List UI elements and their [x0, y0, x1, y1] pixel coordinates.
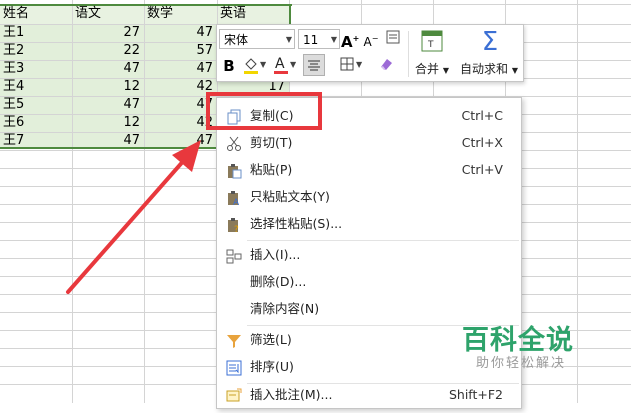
- increase-glyph: A: [341, 33, 353, 51]
- header-cell-name[interactable]: 姓名: [0, 5, 71, 23]
- score-cell[interactable]: 27: [72, 24, 144, 42]
- menu-item-label: 插入批注(M)...: [250, 387, 333, 402]
- merge-label: 合并: [415, 62, 440, 76]
- paste-text-icon: A: [226, 189, 242, 208]
- filter-icon: [226, 332, 242, 348]
- svg-text:A: A: [275, 56, 285, 72]
- merge-icon[interactable]: T: [418, 29, 446, 55]
- merge-button[interactable]: 合并 ▼: [415, 60, 449, 77]
- chevron-down-icon: ▼: [442, 66, 449, 75]
- score-cell[interactable]: 57: [144, 42, 217, 60]
- score-cell[interactable]: 12: [72, 78, 144, 96]
- menu-item-cut[interactable]: 剪切(T) Ctrl+X: [217, 130, 521, 156]
- menu-item-paste[interactable]: 粘贴(P) Ctrl+V: [217, 157, 521, 183]
- bold-icon[interactable]: B: [220, 55, 238, 77]
- score-cell[interactable]: 47: [72, 132, 144, 150]
- name-cell[interactable]: 王1: [0, 24, 71, 42]
- score-cell[interactable]: 22: [72, 42, 144, 60]
- chevron-down-icon: ▼: [330, 35, 337, 44]
- menu-item-insert[interactable]: 插入(I)...: [217, 242, 521, 268]
- font-size-increase-icon[interactable]: A+: [341, 28, 359, 51]
- autosum-button[interactable]: 自动求和 ▼: [460, 60, 518, 77]
- menu-item-paste-special[interactable]: ? 选择性粘贴(S)...: [217, 211, 521, 237]
- clear-format-icon[interactable]: [375, 55, 397, 77]
- font-name-combo[interactable]: 宋体 ▼: [219, 29, 295, 49]
- score-cell[interactable]: 47: [144, 60, 217, 78]
- score-cell[interactable]: 12: [72, 114, 144, 132]
- svg-text:A: A: [233, 198, 240, 206]
- name-cell[interactable]: 王3: [0, 60, 71, 78]
- chevron-down-icon: ▼: [511, 66, 518, 75]
- menu-separator: [247, 240, 519, 241]
- svg-text:▼: ▼: [290, 60, 296, 69]
- menu-item-shortcut: Ctrl+V: [461, 162, 503, 177]
- score-cell[interactable]: 47: [72, 96, 144, 114]
- header-cell-chinese[interactable]: 语文: [72, 5, 143, 23]
- cut-icon: [226, 135, 242, 151]
- watermark: 百科全说 助你轻松解决: [462, 318, 592, 372]
- menu-item-insert-comment[interactable]: 插入批注(M)... Shift+F2: [217, 382, 521, 408]
- menu-item-paste-text[interactable]: A 只粘贴文本(Y): [217, 184, 521, 210]
- name-cell[interactable]: 王7: [0, 132, 71, 150]
- autosum-icon[interactable]: Σ: [476, 28, 504, 56]
- autosum-label: 自动求和: [460, 62, 509, 76]
- svg-text:T: T: [427, 40, 434, 50]
- toolbar-separator: [408, 31, 409, 77]
- borders-icon[interactable]: ▼: [338, 55, 364, 77]
- sort-icon: [226, 359, 242, 376]
- decrease-glyph: A: [363, 35, 372, 49]
- name-cell[interactable]: 王5: [0, 96, 71, 114]
- menu-item-label: 排序(U): [250, 359, 294, 374]
- menu-item-shortcut: Ctrl+X: [461, 135, 503, 150]
- score-cell[interactable]: 47: [72, 60, 144, 78]
- highlight-box: [206, 92, 322, 130]
- fill-color-icon[interactable]: ▼: [241, 55, 267, 77]
- chevron-down-icon: ▼: [285, 35, 292, 44]
- font-name-value: 宋体: [224, 33, 249, 47]
- menu-item-label: 剪切(T): [250, 135, 293, 150]
- menu-item-label: 粘贴(P): [250, 162, 293, 177]
- score-cell[interactable]: 47: [144, 132, 217, 150]
- font-color-icon[interactable]: A ▼: [271, 55, 297, 77]
- menu-item-shortcut: Ctrl+C: [461, 108, 503, 123]
- font-size-combo[interactable]: 11 ▼: [298, 29, 340, 49]
- name-cell[interactable]: 王4: [0, 78, 71, 96]
- bold-glyph: B: [223, 57, 235, 75]
- header-cell-math[interactable]: 数学: [144, 5, 215, 23]
- paste-special-icon: ?: [226, 216, 242, 235]
- menu-item-label: 清除内容(N): [250, 301, 320, 316]
- menu-item-delete[interactable]: 删除(D)...: [217, 269, 521, 295]
- name-cell[interactable]: 王2: [0, 42, 71, 60]
- svg-text:?: ?: [234, 225, 239, 233]
- svg-text:▼: ▼: [260, 60, 266, 69]
- header-cell-english[interactable]: 英语: [217, 5, 288, 23]
- insert-icon: [226, 247, 242, 264]
- menu-item-label: 选择性粘贴(S)...: [250, 216, 343, 231]
- menu-item-label: 只粘贴文本(Y): [250, 189, 330, 204]
- menu-item-label: 删除(D)...: [250, 274, 307, 289]
- mini-toolbar: 宋体 ▼ 11 ▼ A+ A− B ▼ A ▼ ▼ T 合并 ▼ Σ 自动求和 ▼: [216, 24, 524, 82]
- comment-icon: [226, 387, 242, 403]
- watermark-subtitle: 助你轻松解决: [476, 356, 567, 371]
- align-center-icon[interactable]: [303, 54, 325, 76]
- score-cell[interactable]: 47: [144, 24, 217, 42]
- menu-item-shortcut: Shift+F2: [448, 387, 503, 402]
- format-icon[interactable]: [384, 29, 402, 51]
- font-size-value: 11: [303, 33, 319, 47]
- selection-border: [289, 4, 291, 24]
- svg-text:▼: ▼: [356, 60, 363, 69]
- font-size-decrease-icon[interactable]: A−: [362, 28, 380, 50]
- paste-icon: [226, 162, 242, 179]
- name-cell[interactable]: 王6: [0, 114, 71, 132]
- menu-item-label: 筛选(L): [250, 332, 292, 347]
- menu-item-label: 插入(I)...: [250, 247, 301, 262]
